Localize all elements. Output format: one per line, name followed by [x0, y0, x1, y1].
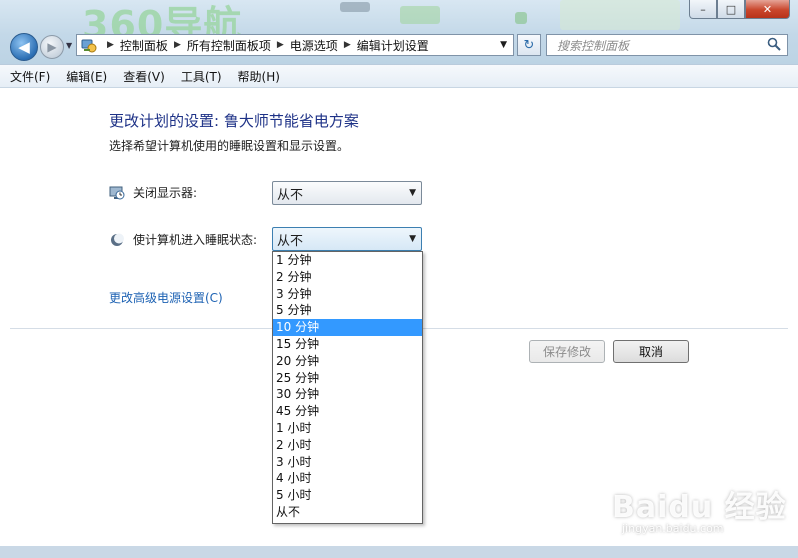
arrow-left-icon: ◀ [18, 38, 30, 56]
dropdown-option[interactable]: 4 小时 [273, 470, 422, 487]
back-button[interactable]: ◀ [10, 33, 38, 61]
dropdown-option[interactable]: 1 小时 [273, 420, 422, 437]
breadcrumb-separator-icon[interactable]: ▶ [277, 40, 284, 50]
dropdown-option[interactable]: 2 分钟 [273, 269, 422, 286]
menu-tools[interactable]: 工具(T) [181, 68, 222, 85]
breadcrumb-separator-icon: ▶ [107, 40, 114, 50]
title-bar: 360导航 – □ ✕ ◀ ▶ ▼ ▶ 控制面板 ▶ 所有控制面板项 ▶ 电源选… [0, 0, 798, 64]
background-blur [515, 12, 527, 24]
address-bar[interactable]: ▶ 控制面板 ▶ 所有控制面板项 ▶ 电源选项 ▶ 编辑计划设置 ▼ [76, 34, 514, 56]
display-off-row: 关闭显示器: [109, 184, 197, 201]
dropdown-option-highlighted[interactable]: 10 分钟 [273, 319, 422, 336]
refresh-button[interactable]: ↻ [517, 34, 541, 56]
page-subtitle: 选择希望计算机使用的睡眠设置和显示设置。 [109, 139, 350, 153]
arrow-right-icon: ▶ [47, 40, 57, 54]
forward-button[interactable]: ▶ [40, 35, 64, 59]
sleep-row: 使计算机进入睡眠状态: [109, 231, 257, 248]
dropdown-option[interactable]: 5 分钟 [273, 302, 422, 319]
sleep-dropdown-list: 1 分钟 2 分钟 3 分钟 5 分钟 10 分钟 15 分钟 20 分钟 25… [272, 251, 423, 524]
recent-pages-dropdown[interactable]: ▼ [66, 41, 72, 50]
breadcrumb-separator-icon[interactable]: ▶ [344, 40, 351, 50]
sleep-label: 使计算机进入睡眠状态: [133, 233, 258, 247]
display-off-value: 从不 [277, 187, 304, 203]
close-button[interactable]: ✕ [745, 0, 790, 19]
chevron-down-icon[interactable]: ▼ [500, 40, 507, 50]
display-off-select[interactable]: 从不 ▼ [272, 181, 422, 205]
cancel-button[interactable]: 取消 [613, 340, 689, 363]
page-title: 更改计划的设置: 鲁大师节能省电方案 [109, 112, 359, 130]
search-icon[interactable] [767, 37, 781, 54]
window-bottom-border [0, 546, 798, 558]
save-changes-button[interactable]: 保存修改 [529, 340, 605, 363]
breadcrumb-power-options[interactable]: 电源选项 [290, 37, 338, 54]
monitor-clock-icon [109, 185, 125, 201]
dropdown-option[interactable]: 45 分钟 [273, 403, 422, 420]
dropdown-option[interactable]: 从不 [273, 504, 422, 521]
dropdown-option[interactable]: 30 分钟 [273, 386, 422, 403]
dropdown-option[interactable]: 1 分钟 [273, 252, 422, 269]
breadcrumb-separator-icon[interactable]: ▶ [174, 40, 181, 50]
background-blur [400, 6, 440, 24]
menu-edit[interactable]: 编辑(E) [66, 68, 107, 85]
moon-icon [109, 232, 125, 248]
menu-bar: 文件(F) 编辑(E) 查看(V) 工具(T) 帮助(H) [0, 64, 798, 88]
dropdown-option[interactable]: 15 分钟 [273, 336, 422, 353]
dropdown-option[interactable]: 5 小时 [273, 487, 422, 504]
control-panel-window: 360导航 – □ ✕ ◀ ▶ ▼ ▶ 控制面板 ▶ 所有控制面板项 ▶ 电源选… [0, 0, 798, 558]
caption-buttons: – □ ✕ [689, 0, 790, 19]
menu-view[interactable]: 查看(V) [123, 68, 165, 85]
breadcrumb-edit-plan[interactable]: 编辑计划设置 [357, 37, 429, 54]
menu-help[interactable]: 帮助(H) [238, 68, 280, 85]
background-blur [340, 2, 370, 12]
display-off-label: 关闭显示器: [133, 186, 198, 200]
background-blur [560, 0, 680, 30]
baidu-watermark-url: jingyan.baidu.com [622, 522, 724, 535]
menu-file[interactable]: 文件(F) [10, 68, 50, 85]
minimize-button[interactable]: – [689, 0, 717, 19]
breadcrumb-control-panel[interactable]: 控制面板 [120, 37, 168, 54]
sleep-select[interactable]: 从不 ▼ [272, 227, 422, 251]
advanced-power-settings-link[interactable]: 更改高级电源设置(C) [109, 289, 223, 306]
search-input[interactable]: 搜索控制面板 [546, 34, 788, 56]
dropdown-option[interactable]: 2 小时 [273, 437, 422, 454]
breadcrumb-all-items[interactable]: 所有控制面板项 [187, 37, 271, 54]
sleep-value: 从不 [277, 233, 304, 249]
chevron-down-icon: ▼ [409, 234, 416, 244]
dropdown-option[interactable]: 25 分钟 [273, 370, 422, 387]
chevron-down-icon: ▼ [409, 188, 416, 198]
dropdown-option[interactable]: 20 分钟 [273, 353, 422, 370]
control-panel-icon [81, 37, 97, 53]
dropdown-option[interactable]: 3 分钟 [273, 286, 422, 303]
maximize-button[interactable]: □ [717, 0, 745, 19]
search-placeholder: 搜索控制面板 [557, 38, 630, 53]
baidu-watermark: Baidu 经验 [612, 490, 787, 525]
refresh-icon: ↻ [523, 37, 535, 53]
dropdown-option[interactable]: 3 小时 [273, 454, 422, 471]
